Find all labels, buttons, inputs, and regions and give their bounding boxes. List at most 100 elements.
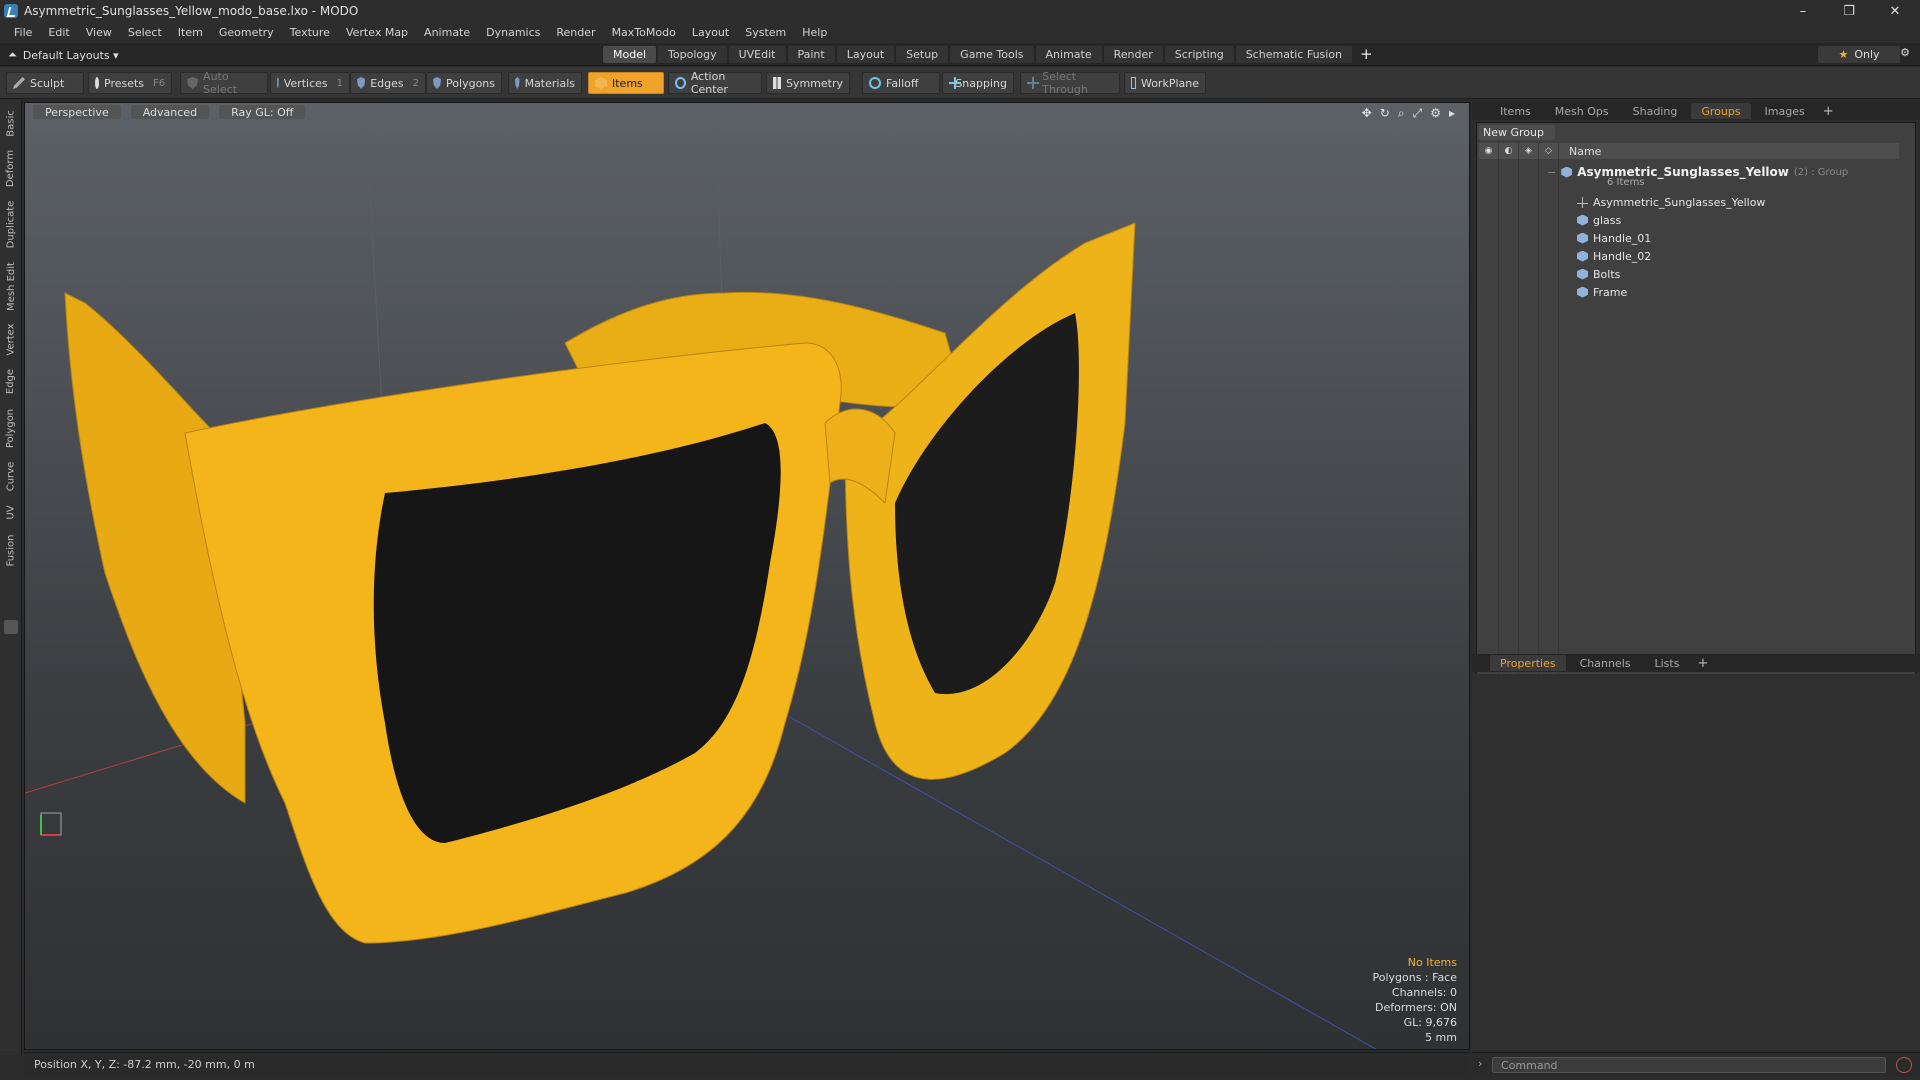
expand-arrow-icon[interactable]: ▸ [1449,106,1455,121]
vtab-polygon[interactable]: Polygon [0,404,22,452]
mesh-icon [1577,286,1588,298]
tab-mesh-ops[interactable]: Mesh Ops [1545,103,1619,119]
rotate-icon[interactable]: ↻ [1380,106,1390,121]
menu-item[interactable]: Item [170,26,211,39]
menu-maxtomodo[interactable]: MaxToModo [604,26,684,39]
tab-render[interactable]: Render [1103,46,1163,63]
render-column-icon[interactable]: ◈ [1519,143,1539,159]
layout-selector[interactable]: ⏶ Default Layouts ▾ [8,47,119,63]
minimize-button[interactable]: – [1780,0,1826,22]
add-tab-button[interactable]: + [1354,46,1379,63]
add-props-tab-button[interactable]: + [1693,655,1712,671]
shading-button[interactable]: Advanced [130,105,210,119]
menu-geometry[interactable]: Geometry [211,26,282,39]
tab-toggle-button[interactable] [4,620,18,634]
z-axis-line [764,702,1377,1049]
polygons-button[interactable]: Polygons [426,72,502,94]
tab-paint[interactable]: Paint [787,46,835,63]
close-button[interactable]: ✕ [1872,0,1918,22]
list-item[interactable]: glass [1577,211,1621,229]
menu-system[interactable]: System [737,26,794,39]
3d-viewport[interactable]: Perspective Advanced Ray GL: Off ✥ ↻ ⌕ ⤢… [24,102,1470,1050]
symmetry-button[interactable]: Symmetry [766,72,850,94]
sculpt-button[interactable]: Sculpt [6,72,84,94]
menu-render[interactable]: Render [548,26,603,39]
vtab-duplicate[interactable]: Duplicate [0,196,22,252]
tab-animate[interactable]: Animate [1035,46,1102,63]
lock-column-icon[interactable]: ◐ [1499,143,1519,159]
restore-button[interactable]: ❐ [1826,0,1872,22]
falloff-button[interactable]: Falloff [862,72,940,94]
gear-icon[interactable]: ⚙ [1896,46,1914,63]
list-item[interactable]: Asymmetric_Sunglasses_Yellow [1577,193,1765,211]
action-center-button[interactable]: Action Center [668,70,762,96]
only-button[interactable]: ★ Only [1818,46,1900,63]
tab-schematic-fusion[interactable]: Schematic Fusion [1235,46,1353,63]
tab-scripting[interactable]: Scripting [1164,46,1234,63]
menu-select[interactable]: Select [120,26,170,39]
new-group-button[interactable]: New Group [1479,125,1555,140]
edges-button[interactable]: Edges 2 [350,72,426,94]
tab-game-tools[interactable]: Game Tools [950,46,1034,63]
tab-groups[interactable]: Groups [1691,103,1751,119]
view-type-button[interactable]: Perspective [33,105,121,119]
tab-shading[interactable]: Shading [1623,103,1688,119]
select-through-button[interactable]: Select Through [1020,70,1120,96]
list-item[interactable]: Handle_01 [1577,229,1651,247]
tab-channels[interactable]: Channels [1570,655,1641,671]
tab-items[interactable]: Items [1490,103,1541,119]
vtab-fusion[interactable]: Fusion [0,530,22,570]
menu-edit[interactable]: Edit [40,26,77,39]
edges-icon [357,77,366,89]
raygl-button[interactable]: Ray GL: Off [219,105,306,119]
fit-icon[interactable]: ⤢ [1413,106,1423,121]
command-input[interactable]: Command [1492,1057,1886,1073]
add-panel-tab-button[interactable]: + [1819,103,1838,119]
auto-select-button[interactable]: Auto Select [180,70,268,96]
eye-column-icon[interactable]: ◉ [1479,143,1499,159]
presets-button[interactable]: Presets F6 [88,72,172,94]
presets-hotkey: F6 [153,77,166,89]
axis-gizmo [40,812,62,836]
vertices-button[interactable]: Vertices 1 [270,72,350,94]
vtab-vertex[interactable]: Vertex [0,320,22,358]
menu-animate[interactable]: Animate [416,26,478,39]
materials-button[interactable]: Materials [508,72,582,94]
vtab-mesh-edit[interactable]: Mesh Edit [0,258,22,314]
pan-icon[interactable]: ✥ [1362,106,1372,121]
record-icon[interactable] [1896,1057,1912,1073]
tab-uvedit[interactable]: UVEdit [728,46,786,63]
group-row[interactable]: − Asymmetric_Sunglasses_Yellow (2) : Gro… [1547,163,1848,181]
tab-topology[interactable]: Topology [658,46,727,63]
vtab-basic[interactable]: Basic [0,106,22,140]
collapse-icon[interactable]: − [1547,166,1556,179]
menu-view[interactable]: View [78,26,120,39]
vtab-uv[interactable]: UV [0,500,22,524]
vtab-edge[interactable]: Edge [0,364,22,398]
collapse-arrow-icon[interactable]: ⏶ [8,48,17,62]
menu-vertex-map[interactable]: Vertex Map [338,26,416,39]
zoom-icon[interactable]: ⌕ [1398,106,1405,121]
vtab-curve[interactable]: Curve [0,458,22,494]
item-label: Frame [1593,285,1628,299]
menu-dynamics[interactable]: Dynamics [478,26,548,39]
list-item[interactable]: Frame [1577,283,1627,301]
list-item[interactable]: Handle_02 [1577,247,1651,265]
vtab-deform[interactable]: Deform [0,146,22,190]
tab-model[interactable]: Model [603,46,657,63]
workplane-button[interactable]: WorkPlane [1124,72,1206,94]
viewport-gear-icon[interactable]: ⚙ [1430,106,1441,121]
list-item[interactable]: Bolts [1577,265,1620,283]
tab-images[interactable]: Images [1755,103,1815,119]
tab-setup[interactable]: Setup [896,46,949,63]
select-column-icon[interactable]: ◇ [1539,143,1559,159]
menu-texture[interactable]: Texture [282,26,338,39]
tab-properties[interactable]: Properties [1490,655,1566,671]
tab-layout[interactable]: Layout [836,46,895,63]
menu-help[interactable]: Help [794,26,835,39]
menu-file[interactable]: File [6,26,40,39]
items-button[interactable]: Items [588,72,664,94]
snapping-button[interactable]: Snapping [942,72,1014,94]
menu-layout[interactable]: Layout [684,26,737,39]
tab-lists[interactable]: Lists [1645,655,1690,671]
